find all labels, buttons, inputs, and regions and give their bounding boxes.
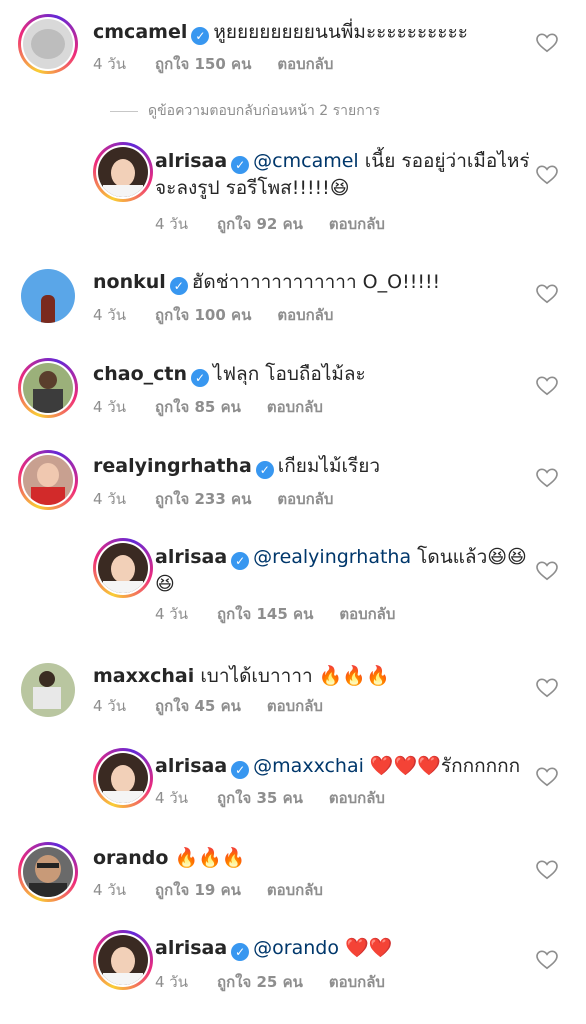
comment-text: เกียมไม้เรียว [277, 455, 381, 477]
username[interactable]: orando [93, 847, 168, 869]
heart-icon[interactable] [536, 950, 558, 970]
comment-text: ฮัดช่าาาาาาาาาาาา O_O!!!!! [191, 271, 441, 293]
reply-button[interactable]: ตอบกลับ [267, 694, 323, 718]
heart-icon[interactable] [536, 284, 558, 304]
username[interactable]: alrisaa [155, 937, 227, 959]
timestamp: 4 วัน [93, 490, 126, 508]
heart-icon[interactable] [536, 561, 558, 581]
reply-button[interactable]: ตอบกลับ [339, 602, 395, 626]
comment: orando 🔥🔥🔥 4 วัน ถูกใจ 19 คน ตอบกลับ [0, 838, 586, 918]
avatar[interactable] [93, 142, 153, 202]
likes-count[interactable]: ถูกใจ 100 คน [155, 303, 251, 327]
comment-text: ❤️❤️❤️รักกกกกก [363, 755, 521, 777]
verified-icon: ✓ [231, 761, 250, 779]
timestamp: 4 วัน [93, 306, 126, 324]
comment-text-continued: 😆 [155, 573, 175, 595]
verified-icon: ✓ [231, 156, 250, 174]
likes-count[interactable]: ถูกใจ 92 คน [217, 212, 303, 236]
mention-link[interactable]: @maxxchai [253, 755, 364, 777]
username[interactable]: alrisaa [155, 546, 227, 568]
likes-count[interactable]: ถูกใจ 145 คน [217, 602, 313, 626]
username[interactable]: maxxchai [93, 665, 194, 687]
comment-text: เนี้ย รออยู่ว่าเมือไหร่ [358, 150, 530, 172]
mention-link[interactable]: @realyingrhatha [253, 546, 411, 568]
reply-button[interactable]: ตอบกลับ [329, 970, 385, 994]
heart-icon[interactable] [536, 376, 558, 396]
verified-icon: ✓ [191, 27, 210, 45]
avatar[interactable] [18, 660, 78, 720]
view-previous-replies[interactable]: ดูข้อความตอบกลับก่อนหน้า 2 รายการ [110, 100, 380, 122]
avatar[interactable] [93, 748, 153, 808]
avatar[interactable] [18, 266, 78, 326]
heart-icon[interactable] [536, 468, 558, 488]
likes-count[interactable]: ถูกใจ 35 คน [217, 786, 303, 810]
comment: nonkul ✓ ฮัดช่าาาาาาาาาาาา O_O!!!!! 4 วัน ถ… [0, 262, 586, 342]
comment: alrisaa ✓ @cmcamel เนี้ย รออยู่ว่าเมือไหร่… [0, 140, 586, 233]
comment-text: ไฟลุก โอบถือไม้ละ [213, 363, 366, 385]
comment: chao_ctn ✓ ไฟลุก โอบถือไม้ละ 4 วัน ถูกใจ 85… [0, 354, 586, 434]
timestamp: 4 วัน [155, 605, 188, 623]
reply-button[interactable]: ตอบกลับ [277, 487, 333, 511]
likes-count[interactable]: ถูกใจ 19 คน [155, 878, 241, 902]
username[interactable]: nonkul [93, 271, 166, 293]
avatar[interactable] [18, 358, 78, 418]
comment: realyingrhatha ✓ เกียมไม้เรียว 4 วัน ถูกใจ … [0, 446, 586, 526]
comment-text: ❤️❤️ [338, 937, 393, 959]
timestamp: 4 วัน [93, 697, 126, 715]
avatar[interactable] [18, 14, 78, 74]
reply-button[interactable]: ตอบกลับ [277, 52, 333, 76]
comment: alrisaa ✓ @maxxchai ❤️❤️❤️รักกกกกก 4 วัน ถู… [0, 746, 586, 826]
mention-link[interactable]: @orando [253, 937, 339, 959]
avatar[interactable] [18, 842, 78, 902]
reply-button[interactable]: ตอบกลับ [329, 212, 385, 236]
username[interactable]: realyingrhatha [93, 455, 252, 477]
likes-count[interactable]: ถูกใจ 233 คน [155, 487, 251, 511]
mention-link[interactable]: @cmcamel [253, 150, 359, 172]
comment-text: หูยยยยยยยยนนพี่มะะะะะะะะะะ [213, 21, 469, 43]
timestamp: 4 วัน [155, 789, 188, 807]
comment-text: โดนแล้ว😆😆 [411, 546, 527, 568]
comment: cmcamel ✓ หูยยยยยยยยนนพี่มะะะะะะะะะะ 4 วัน… [0, 0, 586, 80]
heart-icon[interactable] [536, 165, 558, 185]
reply-button[interactable]: ตอบกลับ [267, 878, 323, 902]
verified-icon: ✓ [191, 369, 210, 387]
timestamp: 4 วัน [93, 55, 126, 73]
comment-text: เบาได้เบาาาา 🔥🔥🔥 [200, 665, 390, 687]
reply-button[interactable]: ตอบกลับ [277, 303, 333, 327]
comment: maxxchai เบาได้เบาาาา 🔥🔥🔥 4 วัน ถูกใจ 45 … [0, 658, 586, 738]
reply-button[interactable]: ตอบกลับ [267, 395, 323, 419]
username[interactable]: cmcamel [93, 21, 187, 43]
avatar[interactable] [93, 930, 153, 990]
likes-count[interactable]: ถูกใจ 150 คน [155, 52, 251, 76]
username[interactable]: alrisaa [155, 150, 227, 172]
comment-text: 🔥🔥🔥 [174, 847, 246, 869]
avatar[interactable] [93, 538, 153, 598]
username[interactable]: chao_ctn [93, 363, 187, 385]
comment-text-continued: จะลงรูป รอรีโพส!!!!!😆 [155, 177, 350, 199]
reply-button[interactable]: ตอบกลับ [329, 786, 385, 810]
verified-icon: ✓ [255, 461, 274, 479]
verified-icon: ✓ [169, 277, 188, 295]
heart-icon[interactable] [536, 860, 558, 880]
avatar[interactable] [18, 450, 78, 510]
timestamp: 4 วัน [155, 973, 188, 991]
timestamp: 4 วัน [155, 215, 188, 233]
verified-icon: ✓ [231, 552, 250, 570]
username[interactable]: alrisaa [155, 755, 227, 777]
timestamp: 4 วัน [93, 398, 126, 416]
likes-count[interactable]: ถูกใจ 45 คน [155, 694, 241, 718]
heart-icon[interactable] [536, 33, 558, 53]
timestamp: 4 วัน [93, 881, 126, 899]
likes-count[interactable]: ถูกใจ 85 คน [155, 395, 241, 419]
heart-icon[interactable] [536, 767, 558, 787]
likes-count[interactable]: ถูกใจ 25 คน [217, 970, 303, 994]
comment: alrisaa ✓ @orando ❤️❤️ 4 วัน ถูกใจ 25 คน ตอบ… [0, 928, 586, 1008]
heart-icon[interactable] [536, 678, 558, 698]
comment: alrisaa ✓ @realyingrhatha โดนแล้ว😆😆 😆 4 วั… [0, 536, 586, 623]
verified-icon: ✓ [231, 943, 250, 961]
